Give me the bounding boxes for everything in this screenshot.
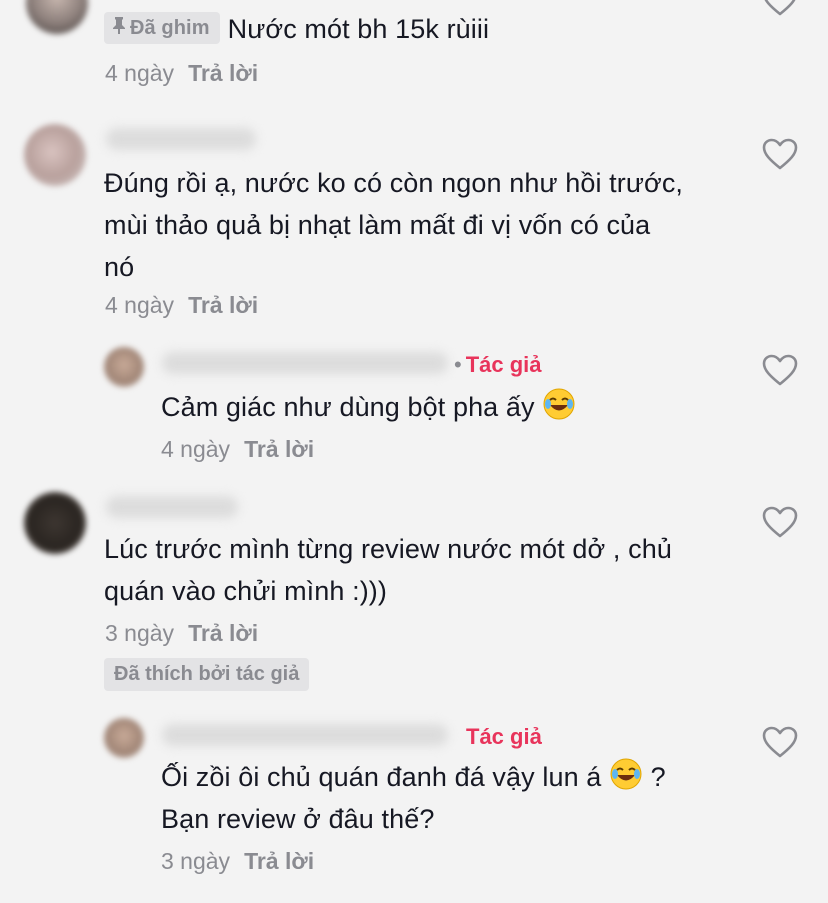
reply-button[interactable]: Trả lời — [188, 620, 258, 646]
comment-meta: 4 ngày Trả lời — [105, 292, 258, 319]
reply-button[interactable]: Trả lời — [188, 60, 258, 86]
like-button[interactable] — [762, 354, 798, 386]
comment-meta: 3 ngày Trả lời — [105, 620, 258, 647]
comment-time: 4 ngày — [161, 436, 231, 462]
pin-icon — [112, 16, 126, 40]
avatar[interactable] — [104, 347, 144, 387]
comment-text: Đúng rồi ạ, nước ko có còn ngon như hồi … — [104, 168, 684, 282]
heart-outline-icon — [762, 726, 798, 758]
avatar[interactable] — [24, 124, 86, 186]
like-button[interactable] — [762, 138, 798, 170]
comment-time: 4 ngày — [105, 60, 175, 86]
comment-time: 4 ngày — [105, 292, 175, 318]
like-button[interactable] — [762, 506, 798, 538]
reply-button[interactable]: Trả lời — [188, 292, 258, 318]
username-blurred[interactable] — [162, 724, 448, 746]
heart-outline-icon — [764, 0, 796, 16]
comment-text: Ối zồi ôi chủ quán đanh đá vậy lun á ? B… — [161, 756, 666, 840]
comment-time: 3 ngày — [161, 848, 231, 874]
liked-by-author-badge: Đã thích bởi tác giả — [104, 658, 310, 691]
avatar[interactable] — [104, 718, 144, 758]
comment-meta: 4 ngày Trả lời — [161, 436, 314, 463]
tears-of-joy-emoji — [609, 757, 643, 791]
like-button[interactable] — [762, 726, 798, 758]
reply-button[interactable]: Trả lời — [244, 436, 314, 462]
comment-meta: 4 ngày Trả lời — [105, 60, 258, 87]
avatar[interactable] — [24, 492, 86, 554]
comment-text: Lúc trước mình từng review nước mót dở ,… — [104, 534, 672, 606]
heart-outline-icon — [762, 138, 798, 170]
tears-of-joy-emoji — [542, 387, 576, 421]
like-button[interactable] — [762, 0, 798, 16]
avatar[interactable] — [26, 0, 88, 34]
author-tag: Tác giả — [466, 724, 542, 749]
username-blurred[interactable] — [106, 496, 238, 518]
username-blurred[interactable] — [162, 352, 448, 374]
pinned-badge: Đã ghim — [104, 12, 220, 44]
heart-outline-icon — [762, 354, 798, 386]
comment-text: Đã ghim Nước mót bh 15k rùiii — [104, 8, 489, 50]
comment-time: 3 ngày — [105, 620, 175, 646]
comment-text: Cảm giác như dùng bột pha ấy — [161, 386, 576, 428]
author-tag: • Tác giả — [454, 352, 542, 377]
heart-outline-icon — [762, 506, 798, 538]
reply-button[interactable]: Trả lời — [244, 848, 314, 874]
comment-meta: 3 ngày Trả lời — [161, 848, 314, 875]
username-blurred[interactable] — [106, 128, 256, 150]
